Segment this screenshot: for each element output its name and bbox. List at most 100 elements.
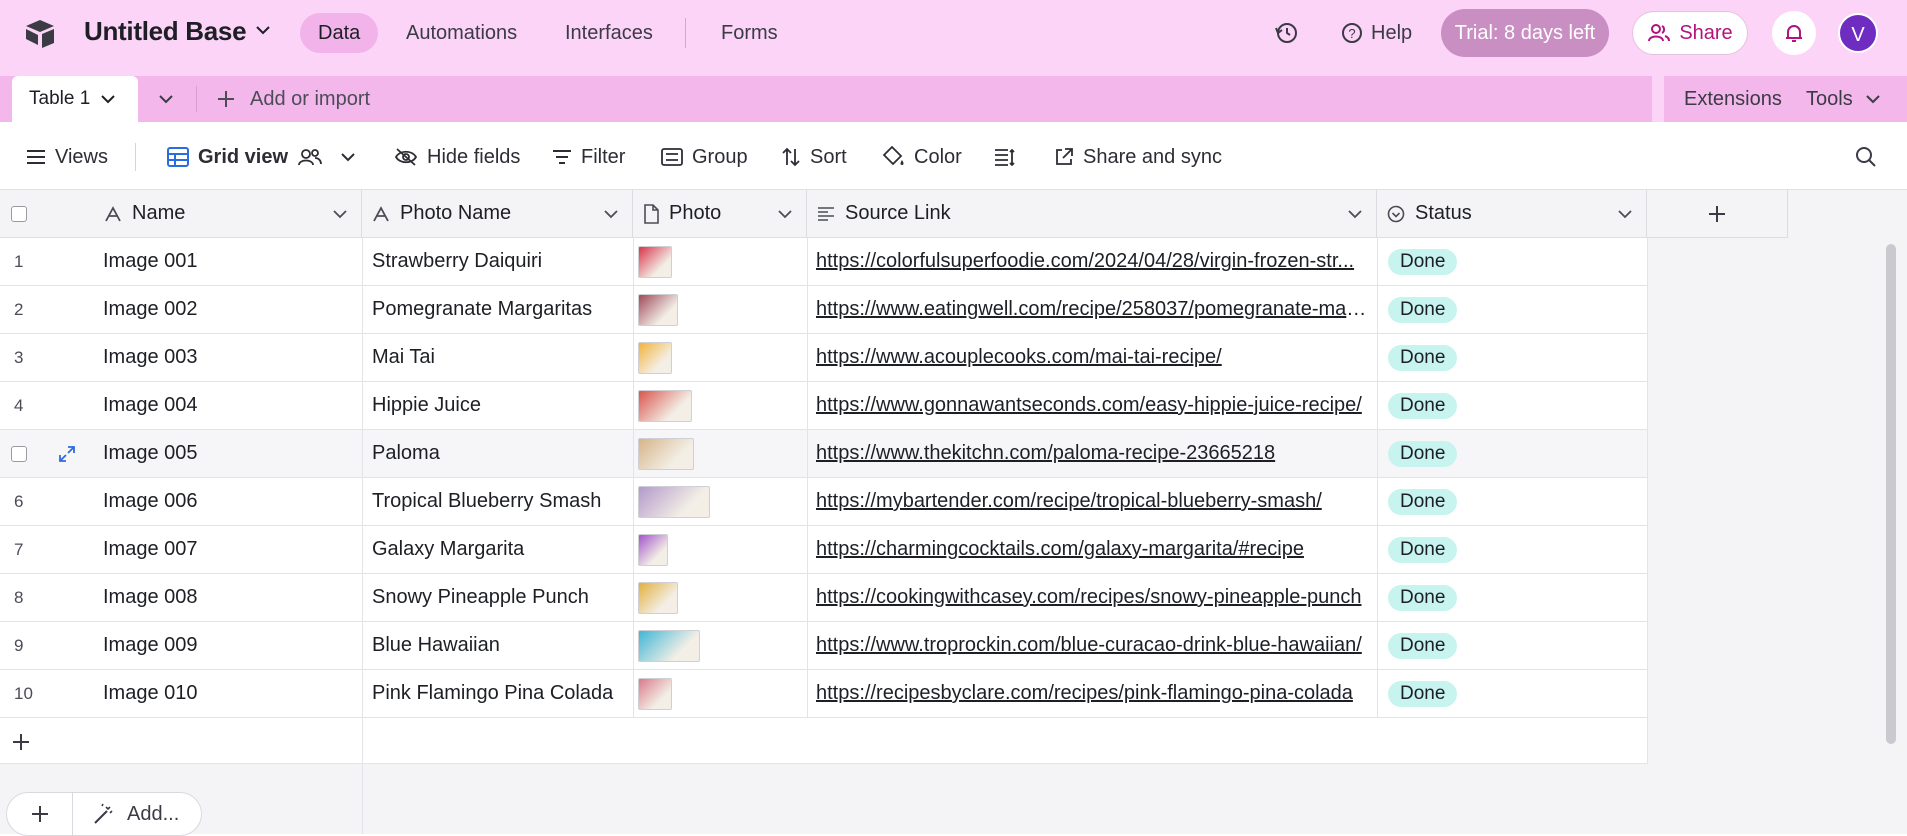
nav-interfaces[interactable]: Interfaces bbox=[547, 13, 671, 53]
add-with-ai-button[interactable]: Add... bbox=[73, 803, 179, 826]
cell-source-link[interactable]: https://charmingcocktails.com/galaxy-mar… bbox=[816, 526, 1368, 573]
add-record-button[interactable] bbox=[7, 793, 73, 835]
status-badge[interactable]: Done bbox=[1388, 681, 1458, 707]
nav-data[interactable]: Data bbox=[300, 13, 379, 53]
nav-automations[interactable]: Automations bbox=[388, 13, 535, 53]
row-checkbox[interactable] bbox=[11, 446, 27, 462]
all-tables-chevron-icon[interactable] bbox=[158, 94, 174, 104]
trial-button[interactable]: Trial: 8 days left bbox=[1441, 9, 1609, 57]
header-source-link[interactable]: Source Link bbox=[807, 190, 1377, 238]
photo-thumbnail[interactable] bbox=[638, 582, 678, 614]
cell-source-link[interactable]: https://recipesbyclare.com/recipes/pink-… bbox=[816, 670, 1368, 717]
table-row[interactable]: 10 Image 010 Pink Flamingo Pina Colada ht… bbox=[0, 670, 1647, 718]
cell-photo-name[interactable]: Mai Tai bbox=[372, 334, 627, 381]
cell-source-link[interactable]: https://cookingwithcasey.com/recipes/sno… bbox=[816, 574, 1368, 621]
table-row[interactable]: 9 Image 009 Blue Hawaiian https://www.tro… bbox=[0, 622, 1647, 670]
cell-source-link[interactable]: https://www.troprockin.com/blue-curacao-… bbox=[816, 622, 1368, 669]
chevron-down-icon[interactable] bbox=[604, 210, 618, 219]
table-row[interactable]: 7 Image 007 Galaxy Margarita https://char… bbox=[0, 526, 1647, 574]
avatar[interactable]: V bbox=[1838, 13, 1878, 53]
grid-view-button[interactable]: Grid view bbox=[167, 142, 356, 172]
status-badge[interactable]: Done bbox=[1388, 489, 1458, 515]
nav-forms[interactable]: Forms bbox=[703, 13, 796, 53]
history-icon[interactable] bbox=[1274, 20, 1300, 46]
add-field-button[interactable] bbox=[1647, 190, 1788, 238]
cell-name[interactable]: Image 005 bbox=[103, 430, 353, 477]
photo-thumbnail[interactable] bbox=[638, 294, 678, 326]
photo-thumbnail[interactable] bbox=[638, 438, 694, 470]
extensions-button[interactable]: Extensions bbox=[1684, 76, 1782, 122]
add-or-import-button[interactable]: Add or import bbox=[216, 76, 370, 122]
cell-name[interactable]: Image 009 bbox=[103, 622, 353, 669]
share-and-sync-button[interactable]: Share and sync bbox=[1054, 142, 1222, 172]
cell-photo-name[interactable]: Snowy Pineapple Punch bbox=[372, 574, 627, 621]
cell-source-link[interactable]: https://mybartender.com/recipe/tropical-… bbox=[816, 478, 1368, 525]
chevron-down-icon[interactable] bbox=[333, 210, 347, 219]
cell-name[interactable]: Image 007 bbox=[103, 526, 353, 573]
cell-photo-name[interactable]: Pomegranate Margaritas bbox=[372, 286, 627, 333]
cell-photo-name[interactable]: Hippie Juice bbox=[372, 382, 627, 429]
table-row[interactable]: 3 Image 003 Mai Tai https://www.acoupleco… bbox=[0, 334, 1647, 382]
cell-name[interactable]: Image 001 bbox=[103, 238, 353, 285]
views-button[interactable]: Views bbox=[26, 142, 108, 172]
table-row[interactable]: Image 005 Paloma https://www.thekitchn.c… bbox=[0, 430, 1647, 478]
filter-button[interactable]: Filter bbox=[552, 142, 625, 172]
cell-source-link[interactable]: https://www.thekitchn.com/paloma-recipe-… bbox=[816, 430, 1368, 477]
photo-thumbnail[interactable] bbox=[638, 342, 672, 374]
group-button[interactable]: Group bbox=[661, 142, 748, 172]
header-photo-name[interactable]: Photo Name bbox=[362, 190, 633, 238]
status-badge[interactable]: Done bbox=[1388, 537, 1458, 563]
hide-fields-button[interactable]: Hide fields bbox=[394, 142, 520, 172]
status-badge[interactable]: Done bbox=[1388, 345, 1458, 371]
chevron-down-icon[interactable] bbox=[100, 94, 116, 104]
cell-photo-name[interactable]: Blue Hawaiian bbox=[372, 622, 627, 669]
vertical-scrollbar[interactable] bbox=[1886, 244, 1896, 744]
status-badge[interactable]: Done bbox=[1388, 297, 1458, 323]
header-name[interactable]: Name bbox=[0, 190, 362, 238]
cell-source-link[interactable]: https://www.gonnawantseconds.com/easy-hi… bbox=[816, 382, 1368, 429]
cell-photo-name[interactable]: Paloma bbox=[372, 430, 627, 477]
status-badge[interactable]: Done bbox=[1388, 393, 1458, 419]
photo-thumbnail[interactable] bbox=[638, 630, 700, 662]
help-button[interactable]: ? Help bbox=[1341, 13, 1412, 53]
tools-button[interactable]: Tools bbox=[1806, 76, 1881, 122]
notifications-button[interactable] bbox=[1772, 11, 1816, 55]
color-button[interactable]: Color bbox=[881, 142, 962, 172]
cell-source-link[interactable]: https://www.acouplecooks.com/mai-tai-rec… bbox=[816, 334, 1368, 381]
chevron-down-icon[interactable] bbox=[1618, 210, 1632, 219]
cell-name[interactable]: Image 010 bbox=[103, 670, 353, 717]
select-all-checkbox[interactable] bbox=[11, 206, 27, 222]
cell-photo-name[interactable]: Tropical Blueberry Smash bbox=[372, 478, 627, 525]
add-record-row[interactable] bbox=[0, 718, 1647, 764]
status-badge[interactable]: Done bbox=[1388, 441, 1458, 467]
chevron-down-icon[interactable] bbox=[254, 24, 272, 36]
photo-thumbnail[interactable] bbox=[638, 246, 672, 278]
photo-thumbnail[interactable] bbox=[638, 534, 668, 566]
status-badge[interactable]: Done bbox=[1388, 633, 1458, 659]
table-row[interactable]: 8 Image 008 Snowy Pineapple Punch https:/… bbox=[0, 574, 1647, 622]
status-badge[interactable]: Done bbox=[1388, 585, 1458, 611]
expand-record-icon[interactable] bbox=[58, 445, 76, 463]
table-row[interactable]: 4 Image 004 Hippie Juice https://www.gonn… bbox=[0, 382, 1647, 430]
table-row[interactable]: 2 Image 002 Pomegranate Margaritas https:… bbox=[0, 286, 1647, 334]
tab-table-1[interactable]: Table 1 bbox=[12, 76, 138, 122]
photo-thumbnail[interactable] bbox=[638, 678, 672, 710]
table-row[interactable]: 6 Image 006 Tropical Blueberry Smash http… bbox=[0, 478, 1647, 526]
cell-name[interactable]: Image 008 bbox=[103, 574, 353, 621]
chevron-down-icon[interactable] bbox=[778, 210, 792, 219]
cell-name[interactable]: Image 006 bbox=[103, 478, 353, 525]
photo-thumbnail[interactable] bbox=[638, 390, 692, 422]
cell-name[interactable]: Image 004 bbox=[103, 382, 353, 429]
cell-source-link[interactable]: https://www.eatingwell.com/recipe/258037… bbox=[816, 286, 1368, 333]
cell-photo-name[interactable]: Strawberry Daiquiri bbox=[372, 238, 627, 285]
share-button[interactable]: Share bbox=[1632, 11, 1748, 55]
cell-name[interactable]: Image 003 bbox=[103, 334, 353, 381]
chevron-down-icon[interactable] bbox=[340, 152, 356, 162]
airtable-logo-icon[interactable] bbox=[24, 18, 56, 48]
cell-photo-name[interactable]: Galaxy Margarita bbox=[372, 526, 627, 573]
header-photo[interactable]: Photo bbox=[633, 190, 807, 238]
header-status[interactable]: Status bbox=[1377, 190, 1647, 238]
row-height-button[interactable] bbox=[994, 142, 1016, 172]
cell-name[interactable]: Image 002 bbox=[103, 286, 353, 333]
chevron-down-icon[interactable] bbox=[1348, 210, 1362, 219]
